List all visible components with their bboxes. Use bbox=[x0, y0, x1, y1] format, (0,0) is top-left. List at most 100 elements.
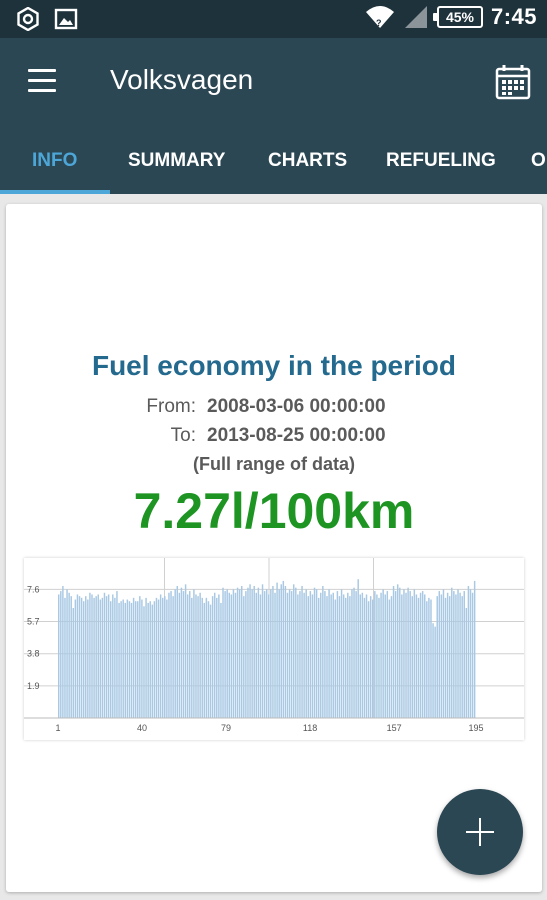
chart-bar bbox=[278, 589, 280, 718]
chart-bar bbox=[313, 587, 316, 718]
chart-bar bbox=[282, 580, 285, 718]
chart-bar bbox=[82, 601, 85, 718]
tab-indicator bbox=[0, 190, 110, 194]
chart-svg: 1.9 3.8 5.7 7.6 1 40 79 118 157 195 bbox=[24, 558, 524, 733]
chart-bar bbox=[263, 591, 266, 718]
clock: 7:45 bbox=[490, 4, 537, 29]
chart-bar bbox=[213, 592, 216, 718]
chart-bar bbox=[120, 601, 122, 718]
chart-bar bbox=[430, 599, 432, 718]
chart-bar bbox=[191, 597, 193, 718]
chart-bar bbox=[166, 599, 168, 718]
chart-bar bbox=[199, 592, 201, 718]
chart-bar bbox=[234, 592, 237, 718]
chart-bar bbox=[309, 591, 312, 718]
chart-bar bbox=[141, 599, 143, 718]
chart-bar bbox=[87, 599, 89, 718]
menu-icon[interactable] bbox=[22, 64, 62, 100]
chart-bar bbox=[453, 591, 455, 718]
chart-bar bbox=[386, 591, 389, 718]
tab-refueling[interactable]: REFUELING bbox=[386, 124, 496, 194]
chart-bar bbox=[157, 599, 160, 718]
chart-bar bbox=[89, 592, 91, 718]
chart-bar bbox=[286, 592, 289, 718]
chart-bar bbox=[249, 584, 251, 718]
chart-bar bbox=[118, 602, 120, 718]
chart-bar bbox=[457, 589, 459, 718]
chart-bar bbox=[95, 596, 97, 718]
chart-x-tick-label: 118 bbox=[303, 723, 317, 733]
chart-bar bbox=[268, 594, 270, 718]
chart-bar bbox=[116, 591, 118, 718]
chart-bar bbox=[440, 594, 443, 718]
chart-bar bbox=[203, 602, 206, 718]
chart-bar bbox=[151, 604, 154, 718]
chart-bar bbox=[274, 592, 276, 718]
tab-info[interactable]: INFO bbox=[32, 124, 77, 194]
tab-charts[interactable]: CHARTS bbox=[268, 124, 347, 194]
fuel-economy-chart[interactable]: 1.9 3.8 5.7 7.6 1 40 79 118 157 195 bbox=[24, 558, 524, 740]
chart-bar bbox=[424, 594, 426, 718]
chart-bar bbox=[396, 584, 399, 718]
chart-bar bbox=[97, 594, 99, 718]
chart-bar bbox=[232, 589, 235, 718]
chart-x-tick-label: 195 bbox=[468, 723, 483, 733]
chart-bar bbox=[469, 589, 472, 718]
chart-x-tick-label: 79 bbox=[221, 723, 231, 733]
chart-bar bbox=[251, 589, 253, 718]
chart-bar bbox=[465, 608, 468, 718]
chart-bar bbox=[195, 594, 197, 718]
chart-bar bbox=[436, 596, 438, 718]
image-icon bbox=[54, 8, 78, 30]
tab-bar: INFO SUMMARY CHARTS REFUELING O bbox=[0, 124, 547, 194]
chart-bar bbox=[299, 591, 301, 718]
chart-bar bbox=[153, 601, 156, 718]
chart-bar bbox=[344, 597, 347, 718]
app-bar: Volksvagen bbox=[0, 38, 547, 124]
chart-bar bbox=[58, 594, 60, 718]
chart-bar bbox=[197, 596, 199, 718]
chart-bar bbox=[130, 602, 133, 718]
chart-bar bbox=[243, 596, 245, 718]
chart-bar bbox=[434, 626, 436, 718]
chart-bar bbox=[411, 596, 413, 718]
chart-bar bbox=[324, 591, 326, 718]
chart-bar bbox=[62, 586, 64, 718]
chart-bar bbox=[280, 584, 282, 718]
chart-bar bbox=[399, 587, 401, 718]
chart-bar bbox=[284, 586, 287, 718]
range-note: (Full range of data) bbox=[193, 454, 355, 474]
calendar-icon[interactable] bbox=[493, 62, 533, 102]
chart-bar bbox=[155, 597, 158, 718]
chart-bar bbox=[122, 599, 124, 718]
chart-bar bbox=[409, 591, 411, 718]
chart-bar bbox=[228, 592, 230, 718]
chart-bar bbox=[176, 586, 178, 718]
chart-bar bbox=[143, 606, 145, 718]
signal-icon bbox=[404, 6, 427, 28]
chart-bar bbox=[184, 584, 187, 718]
to-label: To: bbox=[170, 425, 196, 446]
chart-bar bbox=[367, 601, 370, 718]
chart-bar bbox=[297, 594, 299, 718]
tab-summary[interactable]: SUMMARY bbox=[128, 124, 225, 194]
chart-bar bbox=[247, 587, 249, 718]
chart-bar bbox=[415, 594, 418, 718]
chart-bar bbox=[315, 589, 318, 718]
tab-other[interactable]: O bbox=[531, 124, 546, 194]
chart-bar bbox=[161, 597, 164, 718]
chart-bar bbox=[134, 601, 137, 718]
chart-bar bbox=[417, 597, 420, 718]
chart-bar bbox=[363, 597, 366, 718]
chart-bar bbox=[159, 594, 162, 718]
chart-bar bbox=[126, 599, 129, 718]
chart-bar bbox=[105, 596, 108, 718]
chart-bar bbox=[401, 594, 403, 718]
chart-bar bbox=[99, 599, 102, 718]
chart-bar bbox=[442, 589, 445, 718]
chart-bar bbox=[236, 587, 239, 718]
chart-bar bbox=[320, 592, 322, 718]
add-button[interactable] bbox=[437, 789, 523, 875]
chart-bar bbox=[390, 596, 393, 718]
chart-bar bbox=[459, 592, 461, 718]
